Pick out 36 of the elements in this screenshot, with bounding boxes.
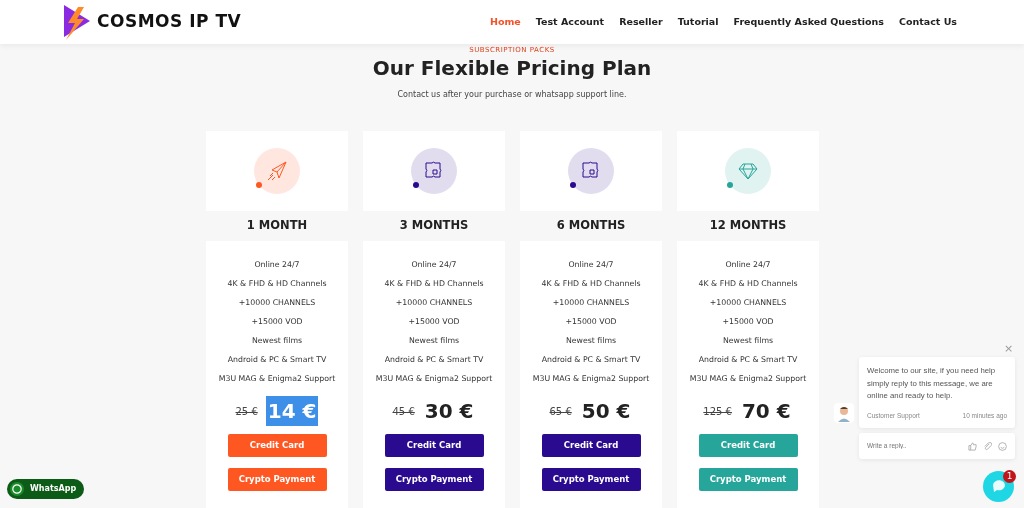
plan-name: 3 MONTHS [399,217,469,235]
old-price: 125 € [703,404,732,419]
nav-link[interactable]: Tutorial [677,14,719,30]
plan-name: 12 MONTHS [709,217,787,235]
plan-name: 1 MONTH [246,217,308,235]
thumbs-up-icon[interactable] [968,441,977,451]
paper-plane-icon [266,160,288,182]
old-price: 45 € [392,404,415,419]
smiley-icon[interactable] [998,441,1007,451]
logo-icon [62,3,92,41]
logo-text: COSMOS IP TV [97,10,242,34]
plan-price: 50 € [580,398,632,425]
nav-link[interactable]: Frequently Asked Questions [733,14,884,30]
paperclip-icon[interactable] [983,441,992,451]
plan-price: 70 € [740,398,792,425]
diamond-icon [737,160,759,182]
plan-price: 14 € [265,396,319,426]
nav-link[interactable]: Home [489,14,521,30]
section-subtitle: Contact us after your purchase or whatsapp support line. [396,89,628,101]
payment-button[interactable]: Credit Card [541,434,641,457]
chat-button[interactable] [983,471,1014,502]
whatsapp-button[interactable]: WhatsApp [7,479,85,499]
payment-button[interactable]: Crypto Payment [541,468,641,491]
old-price: 65 € [549,404,572,419]
whatsapp-icon [10,482,24,496]
nav-link[interactable]: Test Account [535,14,605,30]
nav-link[interactable]: Contact Us [898,14,957,30]
avatar-icon [834,403,854,423]
plan-price: 30 € [423,398,475,425]
plan-name: 6 MONTHS [556,217,626,235]
section-title: Our Flexible Pricing Plan [371,55,653,81]
nav-link[interactable]: Reseller [619,14,663,30]
old-price: 25 € [235,404,258,419]
payment-button[interactable]: Credit Card [384,434,484,457]
unread-badge: 1 [1003,470,1016,483]
payment-button[interactable]: Crypto Payment [384,468,484,491]
